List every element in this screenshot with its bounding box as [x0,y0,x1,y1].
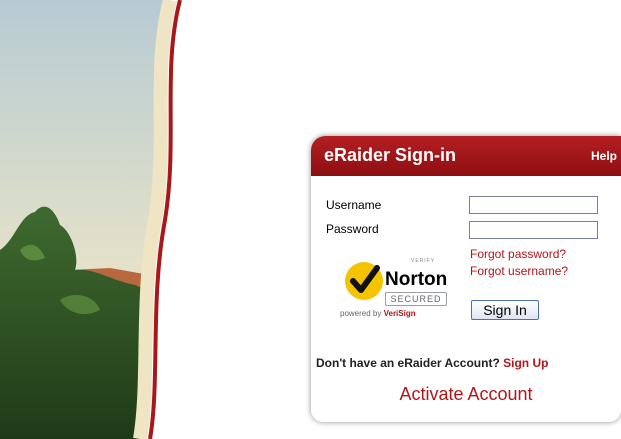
seal-powered-label: powered by [340,309,382,318]
forgot-username-link[interactable]: Forgot username? [470,264,568,278]
signin-panel: eRaider Sign-in Help Username Password F… [311,136,621,422]
help-link[interactable]: Help [591,149,617,163]
seal-brand: Norton [385,269,448,290]
activate-account-link[interactable]: Activate Account [311,384,621,405]
password-field[interactable] [469,221,598,239]
forgot-password-link[interactable]: Forgot password? [470,247,566,261]
seal-secured-text: SECURED [385,292,447,306]
username-field[interactable] [469,196,598,214]
username-label: Username [326,198,382,212]
checkmark-icon [345,262,383,300]
signin-title: eRaider Sign-in [324,145,457,165]
signup-link[interactable]: Sign Up [503,356,548,370]
decorative-photo [0,0,182,439]
no-account-text: Don't have an eRaider Account? [316,356,500,370]
seal-powered-brand: VeriSign [383,309,416,318]
seal-powered-by: powered by VeriSign [340,309,416,318]
signin-header: eRaider Sign-in Help [311,136,621,176]
signin-button[interactable]: Sign In [471,300,539,320]
seal-verify-text: VERIFY [411,258,436,264]
no-account-prompt: Don't have an eRaider Account? Sign Up [316,356,548,370]
password-label: Password [326,222,379,236]
norton-secured-seal[interactable]: VERIFY Norton SECURED powered by VeriSig… [325,248,453,320]
